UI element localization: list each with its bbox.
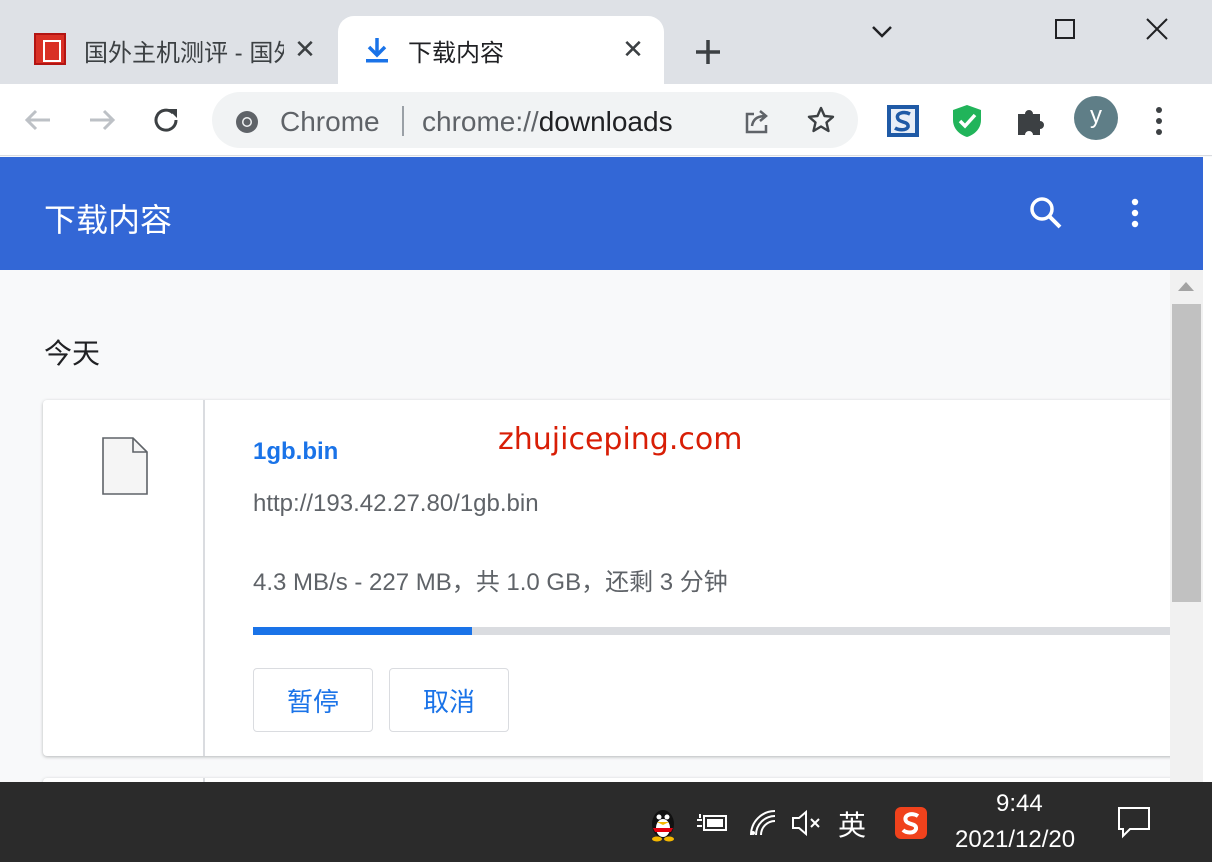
download-icon [366, 38, 388, 63]
file-name-link[interactable]: 1gb.bin [253, 438, 338, 466]
progress-fill [253, 627, 472, 635]
pause-button[interactable]: 暂停 [253, 668, 373, 732]
close-window-icon[interactable] [1137, 12, 1177, 52]
site-chip-label: Chrome [280, 106, 380, 137]
browser-toolbar: Chrome chrome://downloads y [0, 84, 1212, 156]
file-source-url[interactable]: http://193.42.27.80/1gb.bin [253, 490, 539, 518]
clock-date[interactable]: 2021/12/20 [955, 826, 1075, 854]
maximize-icon[interactable] [1045, 12, 1085, 52]
file-icon [102, 437, 148, 495]
bookmark-star-icon[interactable] [806, 105, 836, 135]
cancel-button[interactable]: 取消 [389, 668, 509, 732]
wifi-icon[interactable] [748, 808, 778, 838]
tab-downloads[interactable]: 下载内容 ✕ [338, 16, 664, 84]
taskbar: 英 9:44 2021/12/20 [0, 782, 1212, 862]
page-title: 下载内容 [44, 202, 173, 238]
browser-menu-icon[interactable] [1146, 104, 1172, 138]
search-icon[interactable] [1028, 195, 1064, 231]
site-favicon-icon [34, 33, 66, 65]
download-status: 4.3 MB/s - 227 MB，共 1.0 GB，还剩 3 分钟 [253, 569, 728, 596]
tab-title: 国外主机测评 - 国外 [84, 39, 284, 67]
omnibox-separator [402, 106, 404, 136]
tab-search-chevron-icon[interactable] [862, 12, 902, 52]
extension-s-icon[interactable] [886, 104, 920, 138]
volume-muted-icon[interactable] [790, 808, 824, 838]
sogou-ime-icon[interactable] [894, 806, 928, 840]
shield-check-icon[interactable] [950, 103, 984, 139]
share-icon[interactable] [742, 106, 772, 136]
clock-time[interactable]: 9:44 [996, 790, 1043, 818]
battery-plug-icon[interactable] [696, 810, 730, 836]
url-text[interactable]: chrome://downloads [422, 106, 673, 138]
address-bar[interactable]: Chrome chrome://downloads [212, 92, 858, 148]
watermark-text: zhujiceping.com [498, 422, 743, 457]
chrome-logo-icon [236, 111, 258, 133]
tab-strip: 国外主机测评 - 国外 ✕ 下载内容 ✕ [0, 0, 1212, 84]
page-edge [1203, 157, 1212, 782]
notification-center-icon[interactable] [1116, 804, 1152, 840]
profile-avatar[interactable]: y [1074, 96, 1118, 140]
tab-title: 下载内容 [408, 39, 504, 67]
reload-icon[interactable] [148, 102, 184, 138]
tab-site[interactable]: 国外主机测评 - 国外 ✕ [14, 16, 336, 84]
back-arrow-icon[interactable] [20, 102, 56, 138]
progress-bar [253, 627, 1170, 635]
scroll-up-arrow-icon[interactable] [1178, 282, 1194, 291]
scroll-thumb[interactable] [1172, 304, 1201, 602]
scrollbar[interactable] [1170, 270, 1203, 782]
extensions-puzzle-icon[interactable] [1014, 104, 1048, 138]
ime-language-indicator[interactable]: 英 [838, 804, 866, 844]
card-divider [203, 400, 205, 756]
download-item: 1gb.bin zhujiceping.com http://193.42.27… [43, 400, 1170, 756]
downloads-list: 今天 1gb.bin zhujiceping.com http://193.42… [0, 270, 1170, 782]
downloads-header: 下载内容 [0, 157, 1203, 270]
date-group-label: 今天 [44, 338, 101, 369]
new-tab-plus-icon[interactable] [690, 34, 726, 70]
tab-close-icon[interactable]: ✕ [620, 36, 646, 62]
tab-close-icon[interactable]: ✕ [292, 36, 318, 62]
forward-arrow-icon[interactable] [84, 102, 120, 138]
qq-penguin-icon[interactable] [648, 806, 678, 842]
more-vert-icon[interactable] [1120, 195, 1150, 231]
